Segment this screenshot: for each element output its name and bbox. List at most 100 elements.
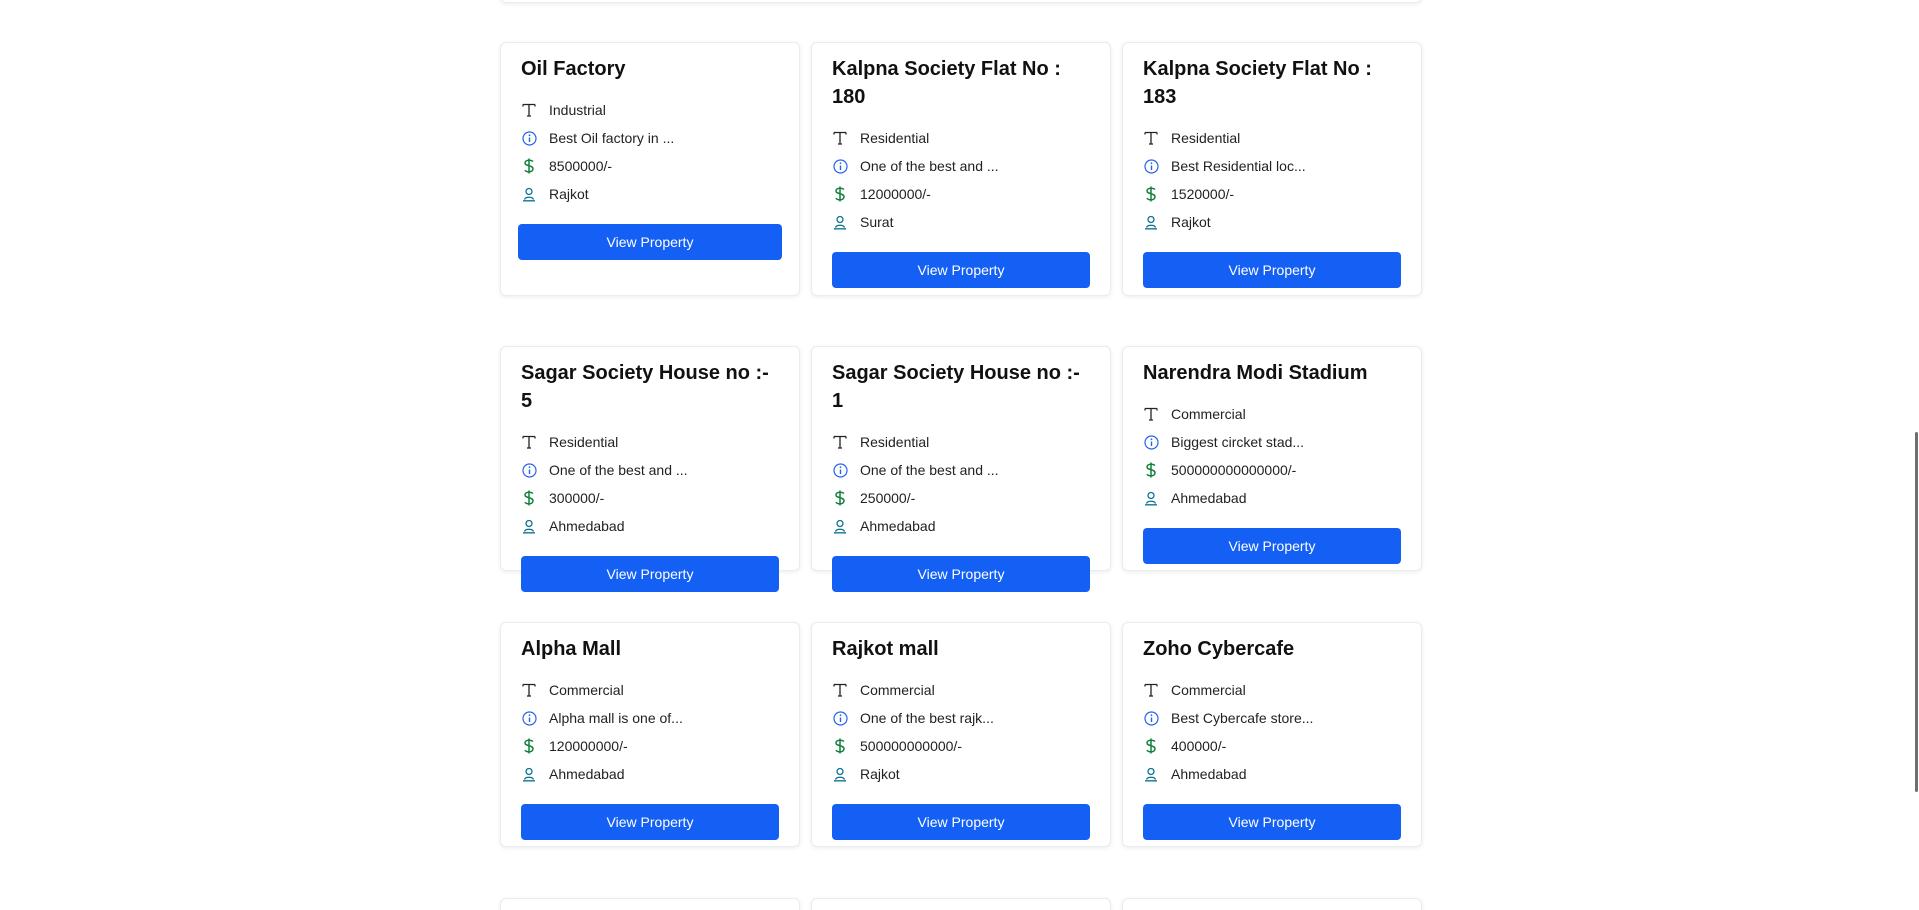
property-location-row: Rajkot — [521, 180, 779, 208]
property-location-row: Ahmedabad — [521, 512, 779, 540]
property-type-row: Commercial — [1143, 676, 1401, 704]
property-title: Oil Factory — [521, 58, 626, 80]
dollar-icon — [521, 738, 537, 754]
property-card: Sagar Society House no :- 1 Residential … — [811, 346, 1111, 592]
page-scrollbar[interactable] — [1913, 0, 1919, 910]
info-icon — [832, 462, 848, 478]
property-description-row: Alpha mall is one of... — [521, 704, 779, 732]
property-card: Sagar Society House no :- 5 Residential … — [500, 346, 800, 592]
location-person-icon — [1143, 490, 1159, 506]
view-property-button[interactable]: View Property — [832, 804, 1090, 840]
property-description-row: One of the best rajk... — [832, 704, 1090, 732]
property-type: Residential — [549, 434, 619, 450]
property-card: Rajkot mall Commercial One of the best r… — [811, 622, 1111, 847]
property-listing-page: Oil Factory Industrial Best Oil factory … — [0, 0, 1919, 910]
dollar-icon — [521, 490, 537, 506]
property-price: 400000/- — [1171, 738, 1227, 754]
property-title: Narendra Modi Stadium — [1143, 362, 1368, 384]
property-price: 500000000000000/- — [1171, 462, 1297, 478]
property-description-row: One of the best and ... — [521, 456, 779, 484]
dollar-icon — [1143, 462, 1159, 478]
property-price: 12000000/- — [860, 186, 931, 202]
type-icon — [1143, 682, 1159, 698]
property-price: 250000/- — [860, 490, 916, 506]
property-type: Residential — [860, 130, 930, 146]
location-person-icon — [1143, 766, 1159, 782]
property-location: Ahmedabad — [1171, 766, 1247, 782]
info-icon — [1143, 158, 1159, 174]
type-icon — [832, 434, 848, 450]
view-property-button[interactable]: View Property — [832, 252, 1090, 288]
type-icon — [521, 434, 537, 450]
property-description: One of the best and ... — [860, 158, 999, 174]
property-type: Residential — [860, 434, 930, 450]
location-person-icon — [521, 766, 537, 782]
property-card: Narendra Modi Stadium Commercial Biggest… — [1122, 346, 1422, 571]
property-card-partial-top — [500, 0, 1422, 3]
property-description: Best Oil factory in ... — [549, 130, 675, 146]
dollar-icon — [832, 186, 848, 202]
view-property-button[interactable]: View Property — [521, 804, 779, 840]
property-type-row: Commercial — [832, 676, 1090, 704]
scrollbar-thumb[interactable] — [1915, 432, 1918, 792]
property-price-row: 250000/- — [832, 484, 1090, 512]
property-type-row: Residential — [521, 428, 779, 456]
property-location: Ahmedabad — [549, 766, 625, 782]
property-type: Commercial — [860, 682, 935, 698]
info-icon — [521, 462, 537, 478]
property-description: Alpha mall is one of... — [549, 710, 683, 726]
type-icon — [521, 682, 537, 698]
property-price: 300000/- — [549, 490, 605, 506]
property-type-row: Commercial — [1143, 400, 1401, 428]
property-type-row: Residential — [832, 124, 1090, 152]
property-card-partial-bottom — [500, 898, 800, 910]
dollar-icon — [832, 738, 848, 754]
property-title: Zoho Cybercafe — [1143, 638, 1295, 660]
info-icon — [832, 710, 848, 726]
property-description-row: Best Residential loc... — [1143, 152, 1401, 180]
view-property-button[interactable]: View Property — [518, 224, 782, 260]
property-type: Industrial — [549, 102, 606, 118]
info-icon — [1143, 434, 1159, 450]
property-card: Oil Factory Industrial Best Oil factory … — [500, 42, 800, 296]
property-price-row: 120000000/- — [521, 732, 779, 760]
view-property-button[interactable]: View Property — [1143, 804, 1401, 840]
property-price: 120000000/- — [549, 738, 628, 754]
property-location: Surat — [860, 214, 894, 230]
dollar-icon — [521, 158, 537, 174]
property-location-row: Ahmedabad — [832, 512, 1090, 540]
property-title: Kalpna Society Flat No : 183 — [1143, 58, 1372, 108]
type-icon — [521, 102, 537, 118]
dollar-icon — [1143, 186, 1159, 202]
property-card: Kalpna Society Flat No : 183 Residential… — [1122, 42, 1422, 296]
type-icon — [832, 130, 848, 146]
type-icon — [1143, 130, 1159, 146]
view-property-button[interactable]: View Property — [832, 556, 1090, 592]
property-card: Alpha Mall Commercial Alpha mall is one … — [500, 622, 800, 847]
property-card: Zoho Cybercafe Commercial Best Cybercafe… — [1122, 622, 1422, 847]
property-location: Ahmedabad — [549, 518, 625, 534]
location-person-icon — [832, 766, 848, 782]
property-location-row: Rajkot — [832, 760, 1090, 788]
view-property-button[interactable]: View Property — [1143, 252, 1401, 288]
property-description: One of the best and ... — [549, 462, 688, 478]
view-property-button[interactable]: View Property — [1143, 528, 1401, 564]
info-icon — [521, 130, 537, 146]
info-icon — [1143, 710, 1159, 726]
property-type-row: Industrial — [521, 96, 779, 124]
property-title: Sagar Society House no :- 5 — [521, 362, 769, 412]
property-location-row: Rajkot — [1143, 208, 1401, 236]
property-location-row: Ahmedabad — [521, 760, 779, 788]
property-price-row: 1520000/- — [1143, 180, 1401, 208]
property-type: Residential — [1171, 130, 1241, 146]
property-description: Biggest circket stad... — [1171, 434, 1305, 450]
property-type: Commercial — [1171, 406, 1246, 422]
property-price: 500000000000/- — [860, 738, 962, 754]
property-title: Rajkot mall — [832, 638, 939, 660]
view-property-button[interactable]: View Property — [521, 556, 779, 592]
property-price-row: 500000000000000/- — [1143, 456, 1401, 484]
location-person-icon — [521, 186, 537, 202]
property-description: Best Residential loc... — [1171, 158, 1306, 174]
property-price-row: 300000/- — [521, 484, 779, 512]
property-card-partial-bottom — [811, 898, 1111, 910]
